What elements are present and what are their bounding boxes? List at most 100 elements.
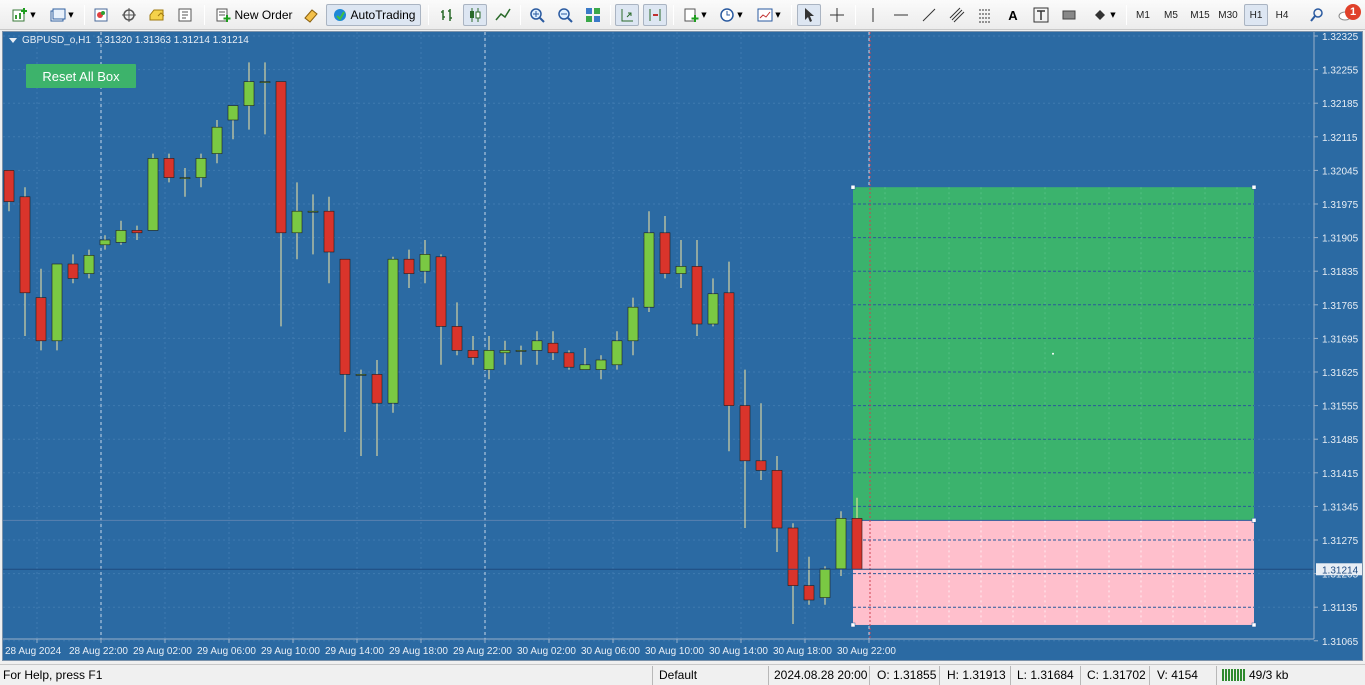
- data-window-button[interactable]: [146, 4, 168, 26]
- navigator-button[interactable]: [118, 4, 140, 26]
- indicators-button[interactable]: ▼: [678, 4, 712, 26]
- time-label: 29 Aug 18:00: [389, 646, 448, 657]
- box-handle: [1251, 184, 1257, 190]
- timeframe-m30-label: M30: [1218, 9, 1238, 21]
- candle-body: [499, 350, 511, 354]
- rectangle-button[interactable]: [1057, 4, 1081, 26]
- terminal-button[interactable]: [174, 4, 196, 26]
- candle-body: [707, 293, 719, 325]
- new-chart-icon: [12, 7, 28, 23]
- price-chart[interactable]: 1.32325 1.32255 1.32185 1.32115 1.32045 1.319…: [2, 31, 1363, 661]
- line-chart-button[interactable]: [491, 4, 515, 26]
- time-label: 28 Aug 22:00: [69, 646, 128, 657]
- candle-body: [771, 470, 783, 529]
- periods-button[interactable]: ▼: [714, 4, 748, 26]
- horizontal-line-icon: [893, 7, 909, 23]
- equidistant-channel-button[interactable]: [945, 4, 969, 26]
- time-label: 29 Aug 14:00: [325, 646, 384, 657]
- candle-body: [819, 568, 831, 598]
- price-label: 1.31415: [1322, 469, 1359, 480]
- connection-status[interactable]: 49/3 kb: [1222, 668, 1288, 682]
- chart-info: GBPUSD_o,H1 1.31320 1.31363 1.31214 1.31…: [9, 35, 249, 46]
- trendline-button[interactable]: [917, 4, 941, 26]
- timeframe-h1[interactable]: H1: [1244, 4, 1268, 26]
- chart-canvas[interactable]: 1.32325 1.32255 1.32185 1.32115 1.32045 1.319…: [3, 32, 1363, 661]
- candle-body: [435, 256, 447, 327]
- text-button[interactable]: A: [1001, 4, 1025, 26]
- new-chart-button[interactable]: ▼: [8, 4, 40, 26]
- metaeditor-button[interactable]: [300, 4, 322, 26]
- horizontal-line-button[interactable]: [889, 4, 913, 26]
- zoom-in-button[interactable]: [525, 4, 549, 26]
- candle-body: [755, 460, 767, 471]
- box-handle: [850, 622, 856, 628]
- search-button[interactable]: [1306, 4, 1328, 26]
- candle-body: [787, 527, 799, 586]
- crosshair-button[interactable]: [825, 4, 849, 26]
- periods-icon: [719, 7, 735, 23]
- candle-body: [67, 263, 79, 279]
- price-label: 1.31275: [1322, 536, 1359, 547]
- status-bar: For Help, press F1 Default 2024.08.28 20…: [0, 664, 1365, 685]
- rectangle-icon: [1061, 7, 1077, 23]
- profiles-button[interactable]: ▼: [46, 4, 78, 26]
- current-price-label: 1.31214: [1322, 565, 1359, 576]
- autotrading-button[interactable]: AutoTrading: [326, 4, 421, 26]
- candle-body: [451, 326, 463, 351]
- chart-shift-button[interactable]: [643, 4, 667, 26]
- arrows-icon: [1092, 7, 1108, 23]
- text-label-icon: [1033, 7, 1049, 23]
- candle-body: [227, 105, 239, 121]
- time-label: 30 Aug 10:00: [645, 646, 704, 657]
- templates-button[interactable]: ▼: [752, 4, 786, 26]
- stop-loss-box: [853, 520, 1254, 625]
- timeframe-m15[interactable]: M15: [1186, 4, 1214, 26]
- time-label: 30 Aug 14:00: [709, 646, 768, 657]
- ohlc-label: 1.31320 1.31363 1.31214 1.31214: [95, 35, 249, 46]
- auto-scroll-button[interactable]: [615, 4, 639, 26]
- candle-body: [691, 266, 703, 325]
- tile-windows-button[interactable]: [581, 4, 605, 26]
- price-label: 1.31555: [1322, 402, 1359, 413]
- timeframe-m1[interactable]: M1: [1130, 4, 1156, 26]
- candle-body: [259, 81, 271, 83]
- status-high: H: 1.31913: [947, 668, 1006, 682]
- cursor-button[interactable]: [797, 4, 821, 26]
- notifications-button[interactable]: 1: [1332, 4, 1361, 26]
- zoom-out-button[interactable]: [553, 4, 577, 26]
- terminal-window: ▼ ▼ New Order AutoTrading ▼ ▼ ▼ A ▼ M1 M…: [0, 0, 1365, 685]
- timeframe-m15-label: M15: [1190, 9, 1210, 21]
- new-order-button[interactable]: New Order: [210, 4, 298, 26]
- box-handle: [1251, 518, 1257, 523]
- time-label: 30 Aug 22:00: [837, 646, 896, 657]
- timeframe-h4[interactable]: H4: [1270, 4, 1294, 26]
- market-watch-button[interactable]: [90, 4, 112, 26]
- timeframe-m30[interactable]: M30: [1214, 4, 1242, 26]
- candle-body: [643, 232, 655, 308]
- box-handle: [850, 184, 856, 190]
- fibonacci-button[interactable]: [973, 4, 997, 26]
- auto-scroll-icon: [619, 7, 635, 23]
- collapse-icon[interactable]: [9, 38, 17, 43]
- box-handle: [1251, 622, 1257, 628]
- candle-body: [243, 81, 255, 106]
- time-label: 30 Aug 18:00: [773, 646, 832, 657]
- price-label: 1.31625: [1322, 368, 1359, 379]
- reset-all-box-button[interactable]: Reset All Box: [26, 64, 136, 88]
- vertical-line-button[interactable]: [861, 4, 885, 26]
- text-label-button[interactable]: [1029, 4, 1053, 26]
- time-label: 29 Aug 02:00: [133, 646, 192, 657]
- candle-body: [835, 518, 847, 570]
- time-label: 28 Aug 2024: [5, 646, 62, 657]
- bar-chart-button[interactable]: [435, 4, 459, 26]
- arrows-button[interactable]: ▼: [1087, 4, 1121, 26]
- status-datetime: 2024.08.28 20:00: [774, 668, 868, 682]
- candle-body: [179, 177, 191, 179]
- autotrading-icon: [332, 7, 348, 23]
- trendline-icon: [921, 7, 937, 23]
- candle-body: [371, 374, 383, 404]
- price-label: 1.32255: [1322, 66, 1359, 77]
- candle-body: [851, 518, 863, 570]
- timeframe-m5[interactable]: M5: [1158, 4, 1184, 26]
- candlesticks-button[interactable]: [463, 4, 487, 26]
